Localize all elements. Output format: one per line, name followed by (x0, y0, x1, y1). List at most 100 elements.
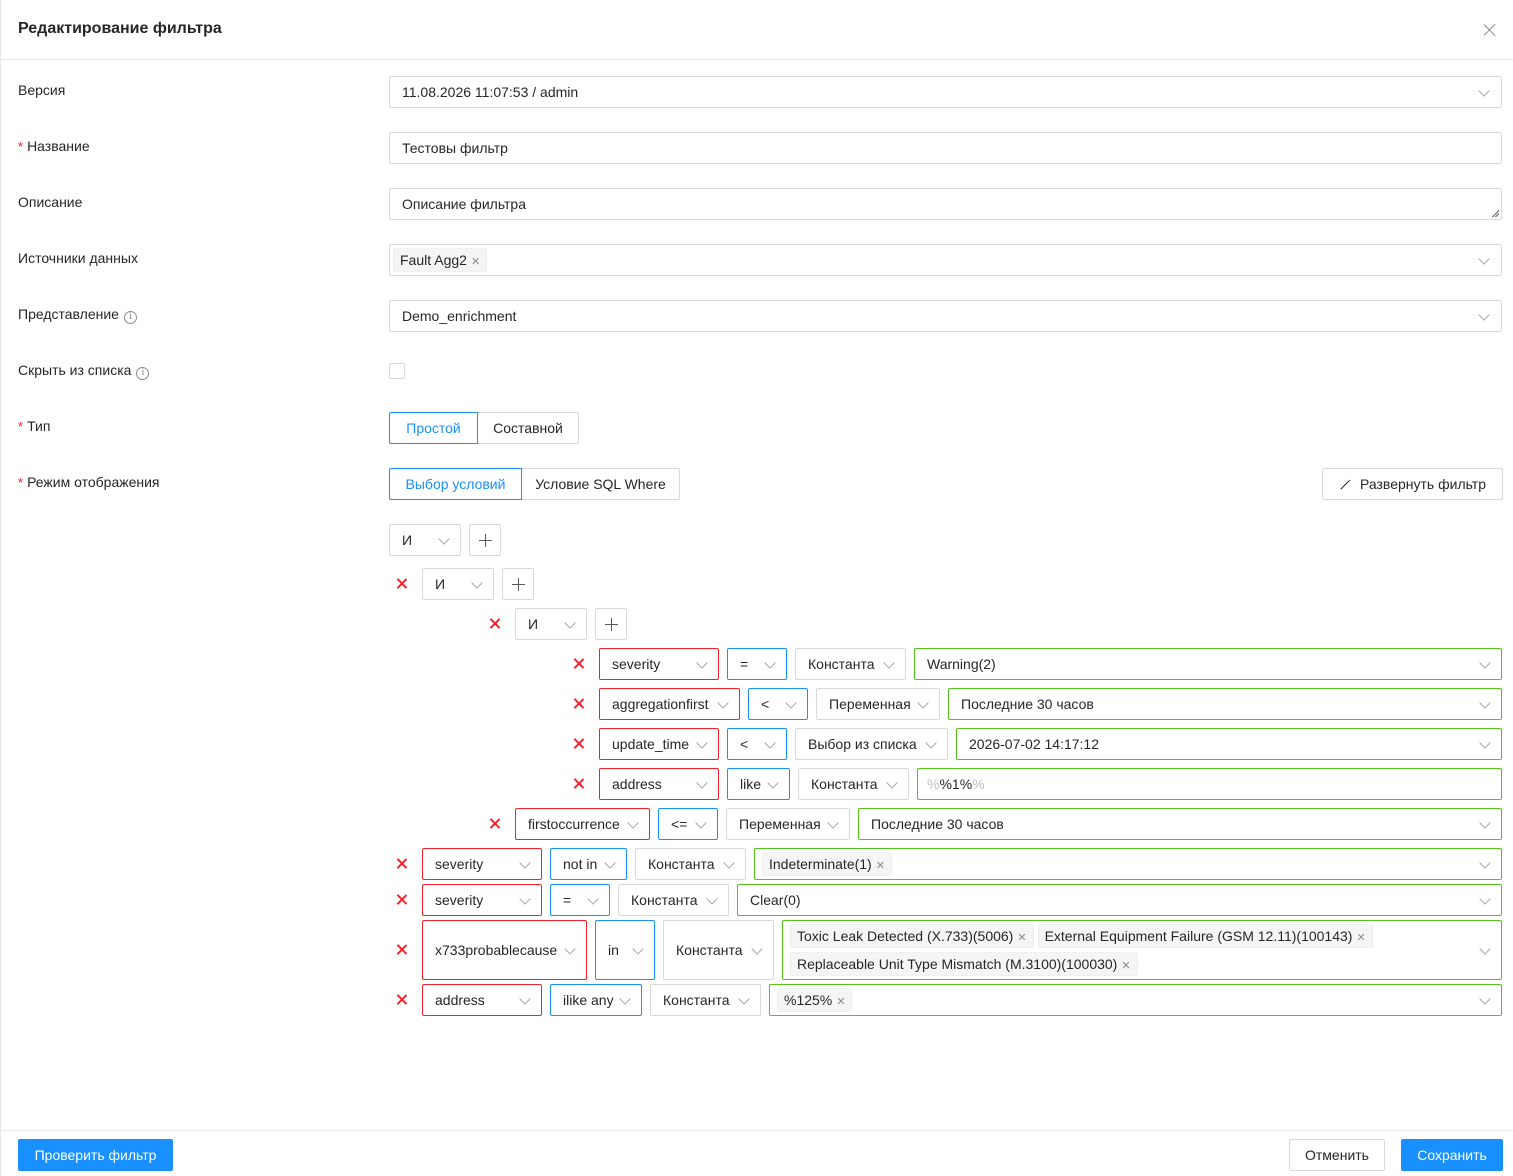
info-icon[interactable]: i (123, 311, 137, 324)
condition-value-select[interactable]: Последние 30 часов (948, 688, 1502, 720)
value-text: Последние 30 часов (961, 696, 1094, 712)
condition-kind-select[interactable]: Константа (635, 848, 746, 880)
plus-icon[interactable] (595, 608, 627, 640)
version-select[interactable]: 11.08.2026 11:07:53 / admin (389, 76, 1502, 108)
condition-value-select[interactable]: Последние 30 часов (858, 808, 1502, 840)
group1-operator-select[interactable]: И (422, 568, 494, 600)
value-tag: Indeterminate(1) ✕ (762, 852, 892, 876)
condition-operator-select[interactable]: = (727, 648, 787, 680)
view-select[interactable]: Demo_enrichment (389, 300, 1502, 332)
condition-kind-select[interactable]: Выбор из списка (795, 728, 948, 760)
condition-value-multiselect[interactable]: Toxic Leak Detected (X.733)(5006) ✕ Extern… (782, 920, 1502, 980)
delete-icon[interactable] (572, 737, 586, 751)
value-prefix: % (927, 776, 940, 792)
condition-kind-select[interactable]: Константа (798, 768, 909, 800)
tag-close-icon[interactable]: ✕ (1017, 932, 1026, 944)
delete-icon[interactable] (488, 617, 502, 631)
condition-value-select[interactable]: 2026-07-02 14:17:12 (956, 728, 1502, 760)
condition-value-multiselect[interactable]: Indeterminate(1) ✕ (754, 848, 1502, 880)
value-text: Clear(0) (750, 892, 801, 908)
condition-operator-select[interactable]: < (727, 728, 787, 760)
condition-field-select[interactable]: address (599, 768, 719, 800)
condition-operator-select[interactable]: = (550, 884, 610, 916)
delete-icon[interactable] (572, 777, 586, 791)
condition-kind-select[interactable]: Константа (650, 984, 761, 1016)
condition-operator-select[interactable]: in (595, 920, 655, 980)
root-operator-value: И (402, 532, 413, 548)
plus-icon[interactable] (502, 568, 534, 600)
condition-operator-select[interactable]: < (748, 688, 808, 720)
dialog-footer: Проверить фильтр Отменить Сохранить (1, 1130, 1513, 1176)
chevron-down-icon (723, 857, 735, 869)
sources-select[interactable]: Fault Agg2 ✕ (389, 244, 1502, 276)
condition-operator-select[interactable]: <= (658, 808, 718, 840)
hide-checkbox[interactable] (389, 363, 405, 379)
condition-operator-select[interactable]: not in (550, 848, 627, 880)
chevron-down-icon (627, 817, 639, 829)
condition-value-multiselect[interactable]: %125% ✕ (769, 984, 1502, 1016)
type-composite-button[interactable]: Составной (477, 412, 579, 444)
view-label: Представление i (18, 306, 137, 324)
condition-field-select[interactable]: severity (422, 848, 542, 880)
info-icon[interactable]: i (136, 367, 150, 380)
condition-kind-select[interactable]: Константа (663, 920, 774, 980)
delete-icon[interactable] (395, 577, 409, 591)
close-icon[interactable] (1480, 20, 1500, 40)
condition-kind-select[interactable]: Переменная (816, 688, 940, 720)
chevron-down-icon (1479, 737, 1491, 749)
operator-value: not in (563, 856, 598, 872)
condition-field-select[interactable]: address (422, 984, 542, 1016)
delete-icon[interactable] (395, 993, 409, 1007)
check-filter-button[interactable]: Проверить фильтр (18, 1139, 173, 1171)
chevron-down-icon (471, 577, 483, 589)
delete-icon[interactable] (488, 817, 502, 831)
kind-value: Переменная (829, 696, 911, 712)
value-suffix: % (972, 776, 985, 792)
chevron-down-icon (738, 993, 750, 1005)
condition-kind-select[interactable]: Константа (795, 648, 906, 680)
condition-operator-select[interactable]: ilike any (550, 984, 642, 1016)
delete-icon[interactable] (572, 657, 586, 671)
delete-icon[interactable] (395, 857, 409, 871)
mode-conditions-button[interactable]: Выбор условий (389, 468, 522, 500)
chevron-down-icon (696, 777, 708, 789)
chevron-down-icon (1479, 697, 1491, 709)
description-value: Описание фильтра (402, 196, 526, 212)
condition-field-select[interactable]: aggregationfirst (599, 688, 740, 720)
tag-close-icon[interactable]: ✕ (471, 256, 480, 268)
condition-field-select[interactable]: x733probablecause (422, 920, 587, 980)
expand-filter-button[interactable]: Развернуть фильтр (1322, 468, 1503, 500)
operator-value: = (563, 892, 572, 908)
value-tag: External Equipment Failure (GSM 12.11)(1… (1037, 924, 1373, 948)
tag-close-icon[interactable]: ✕ (836, 996, 845, 1008)
condition-field-select[interactable]: severity (599, 648, 719, 680)
mode-sql-button[interactable]: Условие SQL Where (521, 468, 680, 500)
condition-field-select[interactable]: firstoccurrence (515, 808, 650, 840)
condition-value-input[interactable]: %%1%% (917, 768, 1502, 800)
tag-close-icon[interactable]: ✕ (1121, 960, 1130, 972)
root-operator-select[interactable]: И (389, 524, 461, 556)
condition-kind-select[interactable]: Константа (618, 884, 729, 916)
type-simple-button[interactable]: Простой (389, 412, 478, 444)
condition-value-select[interactable]: Clear(0) (737, 884, 1502, 916)
save-button[interactable]: Сохранить (1401, 1139, 1503, 1171)
condition-field-select[interactable]: severity (422, 884, 542, 916)
condition-field-select[interactable]: update_time (599, 728, 719, 760)
description-textarea[interactable]: Описание фильтра (389, 188, 1502, 220)
group2-operator-select[interactable]: И (515, 608, 587, 640)
condition-operator-select[interactable]: like (727, 768, 790, 800)
tag-close-icon[interactable]: ✕ (876, 860, 885, 872)
chevron-down-icon (1478, 253, 1490, 265)
chevron-down-icon (764, 737, 776, 749)
delete-icon[interactable] (395, 943, 409, 957)
tag-close-icon[interactable]: ✕ (1356, 932, 1365, 944)
delete-icon[interactable] (395, 893, 409, 907)
condition-kind-select[interactable]: Переменная (726, 808, 850, 840)
delete-icon[interactable] (572, 697, 586, 711)
condition-value-select[interactable]: Warning(2) (914, 648, 1502, 680)
plus-icon[interactable] (469, 524, 501, 556)
name-input[interactable]: Тестовы фильтр (389, 132, 1502, 164)
chevron-down-icon (695, 817, 707, 829)
resize-handle-icon[interactable] (1489, 207, 1499, 217)
cancel-button[interactable]: Отменить (1289, 1139, 1385, 1171)
